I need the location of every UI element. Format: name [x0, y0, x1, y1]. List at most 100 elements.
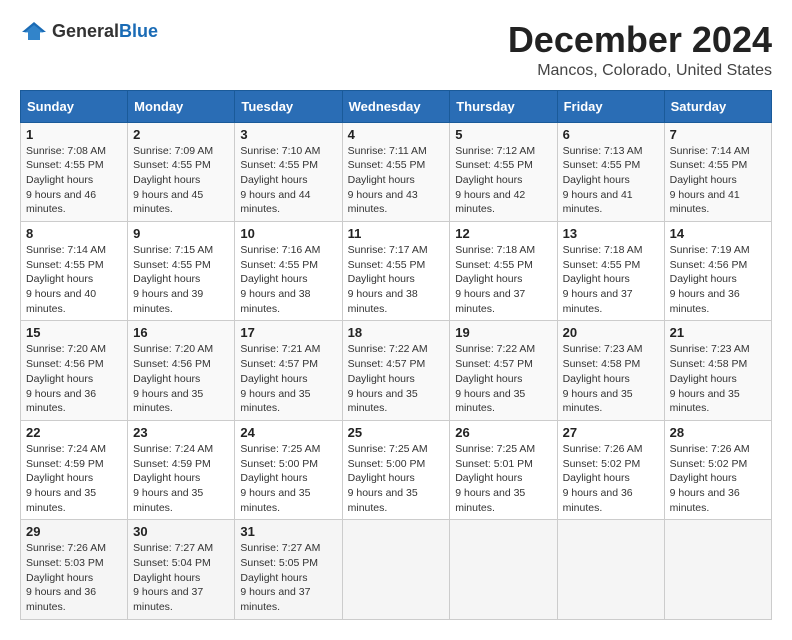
day-detail: Sunrise: 7:23 AM Sunset: 4:58 PM Dayligh…	[670, 342, 766, 415]
day-detail: Sunrise: 7:11 AM Sunset: 4:55 PM Dayligh…	[348, 144, 445, 217]
day-detail: Sunrise: 7:08 AM Sunset: 4:55 PM Dayligh…	[26, 144, 122, 217]
calendar-title: December 2024	[508, 20, 772, 60]
table-row: 4 Sunrise: 7:11 AM Sunset: 4:55 PM Dayli…	[342, 122, 450, 221]
logo: GeneralBlue	[20, 20, 158, 42]
col-sunday: Sunday	[21, 90, 128, 122]
day-number: 8	[26, 226, 122, 241]
table-row: 2 Sunrise: 7:09 AM Sunset: 4:55 PM Dayli…	[128, 122, 235, 221]
page-header: GeneralBlue December 2024 Mancos, Colora…	[20, 20, 772, 80]
day-detail: Sunrise: 7:19 AM Sunset: 4:56 PM Dayligh…	[670, 243, 766, 316]
day-detail: Sunrise: 7:18 AM Sunset: 4:55 PM Dayligh…	[455, 243, 551, 316]
day-number: 19	[455, 325, 551, 340]
day-number: 26	[455, 425, 551, 440]
title-area: December 2024 Mancos, Colorado, United S…	[508, 20, 772, 80]
day-detail: Sunrise: 7:25 AM Sunset: 5:00 PM Dayligh…	[348, 442, 445, 515]
day-number: 11	[348, 226, 445, 241]
table-row: 5 Sunrise: 7:12 AM Sunset: 4:55 PM Dayli…	[450, 122, 557, 221]
calendar-table: Sunday Monday Tuesday Wednesday Thursday…	[20, 90, 772, 620]
day-detail: Sunrise: 7:23 AM Sunset: 4:58 PM Dayligh…	[563, 342, 659, 415]
table-row: 7 Sunrise: 7:14 AM Sunset: 4:55 PM Dayli…	[664, 122, 771, 221]
day-number: 23	[133, 425, 229, 440]
day-number: 20	[563, 325, 659, 340]
day-detail: Sunrise: 7:14 AM Sunset: 4:55 PM Dayligh…	[670, 144, 766, 217]
day-detail: Sunrise: 7:16 AM Sunset: 4:55 PM Dayligh…	[240, 243, 336, 316]
day-number: 9	[133, 226, 229, 241]
col-tuesday: Tuesday	[235, 90, 342, 122]
day-number: 17	[240, 325, 336, 340]
table-row: 29 Sunrise: 7:26 AM Sunset: 5:03 PM Dayl…	[21, 520, 128, 619]
day-number: 10	[240, 226, 336, 241]
day-detail: Sunrise: 7:25 AM Sunset: 5:01 PM Dayligh…	[455, 442, 551, 515]
table-row: 23 Sunrise: 7:24 AM Sunset: 4:59 PM Dayl…	[128, 420, 235, 519]
day-number: 14	[670, 226, 766, 241]
day-detail: Sunrise: 7:22 AM Sunset: 4:57 PM Dayligh…	[455, 342, 551, 415]
calendar-header-row: Sunday Monday Tuesday Wednesday Thursday…	[21, 90, 772, 122]
day-detail: Sunrise: 7:24 AM Sunset: 4:59 PM Dayligh…	[133, 442, 229, 515]
table-row: 24 Sunrise: 7:25 AM Sunset: 5:00 PM Dayl…	[235, 420, 342, 519]
day-detail: Sunrise: 7:17 AM Sunset: 4:55 PM Dayligh…	[348, 243, 445, 316]
table-row: 19 Sunrise: 7:22 AM Sunset: 4:57 PM Dayl…	[450, 321, 557, 420]
table-row: 8 Sunrise: 7:14 AM Sunset: 4:55 PM Dayli…	[21, 222, 128, 321]
table-row: 11 Sunrise: 7:17 AM Sunset: 4:55 PM Dayl…	[342, 222, 450, 321]
day-number: 18	[348, 325, 445, 340]
day-detail: Sunrise: 7:14 AM Sunset: 4:55 PM Dayligh…	[26, 243, 122, 316]
col-thursday: Thursday	[450, 90, 557, 122]
table-row: 15 Sunrise: 7:20 AM Sunset: 4:56 PM Dayl…	[21, 321, 128, 420]
day-number: 28	[670, 425, 766, 440]
day-number: 22	[26, 425, 122, 440]
day-number: 25	[348, 425, 445, 440]
day-number: 12	[455, 226, 551, 241]
day-number: 2	[133, 127, 229, 142]
day-number: 3	[240, 127, 336, 142]
day-detail: Sunrise: 7:22 AM Sunset: 4:57 PM Dayligh…	[348, 342, 445, 415]
table-row: 22 Sunrise: 7:24 AM Sunset: 4:59 PM Dayl…	[21, 420, 128, 519]
day-number: 27	[563, 425, 659, 440]
table-row: 31 Sunrise: 7:27 AM Sunset: 5:05 PM Dayl…	[235, 520, 342, 619]
day-number: 4	[348, 127, 445, 142]
day-detail: Sunrise: 7:27 AM Sunset: 5:04 PM Dayligh…	[133, 541, 229, 614]
table-row	[557, 520, 664, 619]
table-row: 17 Sunrise: 7:21 AM Sunset: 4:57 PM Dayl…	[235, 321, 342, 420]
day-detail: Sunrise: 7:26 AM Sunset: 5:02 PM Dayligh…	[670, 442, 766, 515]
day-detail: Sunrise: 7:26 AM Sunset: 5:02 PM Dayligh…	[563, 442, 659, 515]
table-row: 13 Sunrise: 7:18 AM Sunset: 4:55 PM Dayl…	[557, 222, 664, 321]
day-detail: Sunrise: 7:18 AM Sunset: 4:55 PM Dayligh…	[563, 243, 659, 316]
day-detail: Sunrise: 7:20 AM Sunset: 4:56 PM Dayligh…	[26, 342, 122, 415]
table-row	[450, 520, 557, 619]
table-row	[664, 520, 771, 619]
col-friday: Friday	[557, 90, 664, 122]
day-detail: Sunrise: 7:13 AM Sunset: 4:55 PM Dayligh…	[563, 144, 659, 217]
day-detail: Sunrise: 7:09 AM Sunset: 4:55 PM Dayligh…	[133, 144, 229, 217]
col-monday: Monday	[128, 90, 235, 122]
logo-blue-text: Blue	[119, 21, 158, 41]
logo-icon	[20, 20, 48, 42]
table-row: 12 Sunrise: 7:18 AM Sunset: 4:55 PM Dayl…	[450, 222, 557, 321]
table-row: 21 Sunrise: 7:23 AM Sunset: 4:58 PM Dayl…	[664, 321, 771, 420]
table-row: 3 Sunrise: 7:10 AM Sunset: 4:55 PM Dayli…	[235, 122, 342, 221]
day-number: 30	[133, 524, 229, 539]
table-row: 26 Sunrise: 7:25 AM Sunset: 5:01 PM Dayl…	[450, 420, 557, 519]
table-row: 1 Sunrise: 7:08 AM Sunset: 4:55 PM Dayli…	[21, 122, 128, 221]
logo-general-text: General	[52, 21, 119, 41]
col-wednesday: Wednesday	[342, 90, 450, 122]
table-row: 25 Sunrise: 7:25 AM Sunset: 5:00 PM Dayl…	[342, 420, 450, 519]
table-row: 9 Sunrise: 7:15 AM Sunset: 4:55 PM Dayli…	[128, 222, 235, 321]
table-row: 18 Sunrise: 7:22 AM Sunset: 4:57 PM Dayl…	[342, 321, 450, 420]
day-number: 31	[240, 524, 336, 539]
day-detail: Sunrise: 7:21 AM Sunset: 4:57 PM Dayligh…	[240, 342, 336, 415]
day-detail: Sunrise: 7:25 AM Sunset: 5:00 PM Dayligh…	[240, 442, 336, 515]
day-number: 21	[670, 325, 766, 340]
day-detail: Sunrise: 7:24 AM Sunset: 4:59 PM Dayligh…	[26, 442, 122, 515]
day-detail: Sunrise: 7:20 AM Sunset: 4:56 PM Dayligh…	[133, 342, 229, 415]
table-row: 27 Sunrise: 7:26 AM Sunset: 5:02 PM Dayl…	[557, 420, 664, 519]
table-row: 28 Sunrise: 7:26 AM Sunset: 5:02 PM Dayl…	[664, 420, 771, 519]
table-row: 14 Sunrise: 7:19 AM Sunset: 4:56 PM Dayl…	[664, 222, 771, 321]
table-row: 10 Sunrise: 7:16 AM Sunset: 4:55 PM Dayl…	[235, 222, 342, 321]
day-number: 5	[455, 127, 551, 142]
day-number: 6	[563, 127, 659, 142]
day-number: 29	[26, 524, 122, 539]
col-saturday: Saturday	[664, 90, 771, 122]
calendar-subtitle: Mancos, Colorado, United States	[508, 62, 772, 80]
day-detail: Sunrise: 7:12 AM Sunset: 4:55 PM Dayligh…	[455, 144, 551, 217]
table-row: 6 Sunrise: 7:13 AM Sunset: 4:55 PM Dayli…	[557, 122, 664, 221]
